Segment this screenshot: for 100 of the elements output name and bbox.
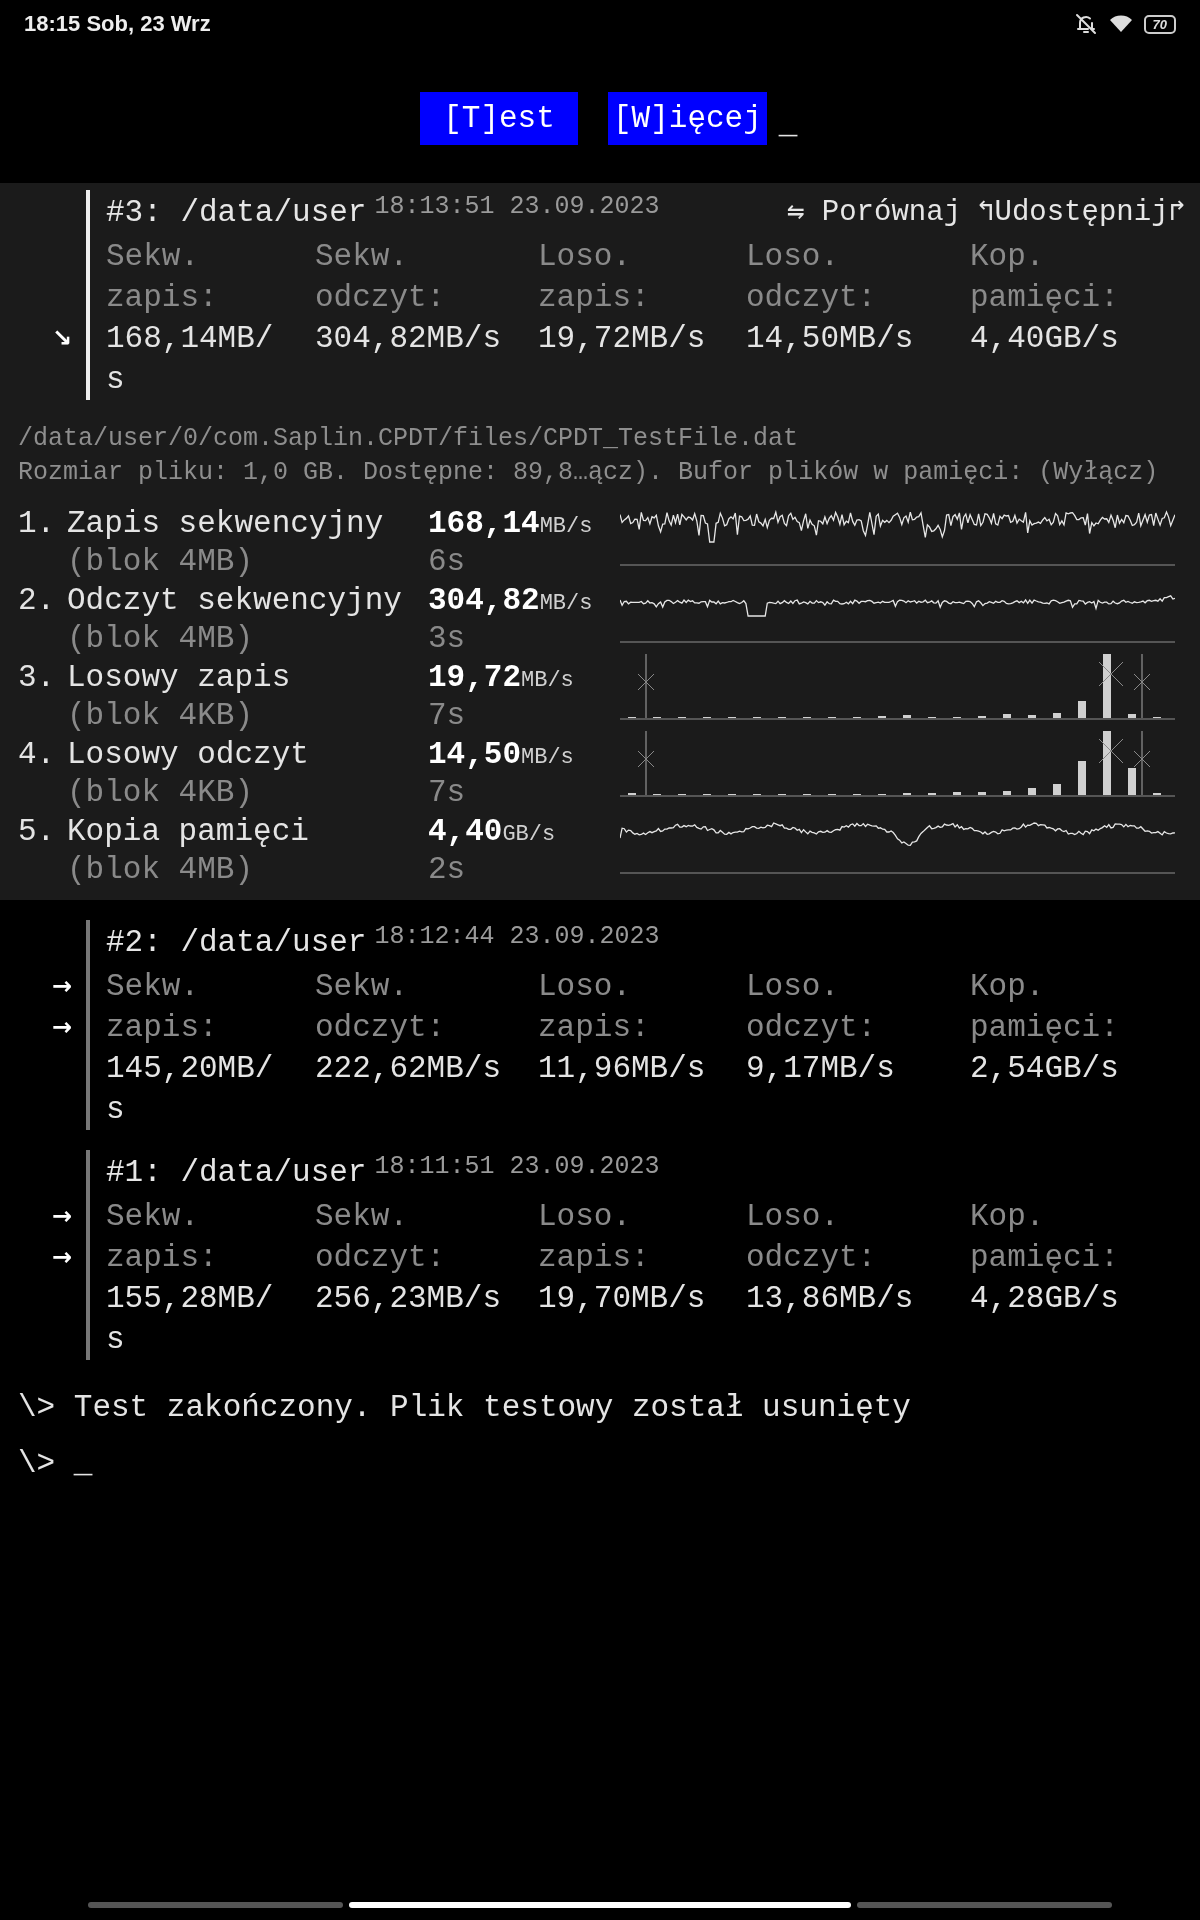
console-line: \> Test zakończony. Plik testowy został usunięty (18, 1389, 912, 1427)
file-info: Rozmiar pliku: 1,0 GB. Dostępne: 89,8…ącz). Bufor plików w pamięci: (Wyłącz) (17, 457, 1160, 489)
test-duration: 2s (428, 851, 467, 889)
metric-value: 4,40GB/s (970, 320, 1120, 358)
speed-unit: MB/s (539, 591, 593, 616)
speed-unit: MB/s (521, 745, 574, 770)
metric-value: 4,28GB/s (970, 1280, 1120, 1318)
test-duration: 7s (428, 774, 467, 812)
histogram-bar (1103, 731, 1111, 795)
metric-value: 13,86MB/s (746, 1280, 915, 1318)
text-cursor: _ (778, 106, 798, 144)
peak-marker (1098, 738, 1124, 764)
metric-label: Kop. pamięci: (970, 968, 1120, 1047)
test-number: 2. (18, 582, 57, 620)
histogram-bar (1078, 761, 1086, 795)
test-name: Odczyt sekwencyjny (67, 582, 403, 620)
result-title: #3: /data/user (106, 194, 367, 232)
timestamp: 18:13:51 23.09.2023 (374, 191, 660, 223)
histogram-bar (1078, 701, 1086, 718)
result-title: #1: /data/user (106, 1154, 367, 1192)
metric-label: Sekw. zapis: (106, 238, 219, 317)
metric-value: 14,50MB/s (746, 320, 915, 358)
metric-value: 168,14MB/s (106, 320, 275, 399)
metric-value: 222,62MB/s (315, 1050, 503, 1088)
histogram-bar (1053, 713, 1061, 718)
histogram-bar (1103, 654, 1111, 718)
metric-label: Kop. pamięci: (970, 238, 1120, 317)
arrow-icon: → (51, 1196, 72, 1237)
test-number: 5. (18, 813, 57, 851)
speed-value: 168,14 (428, 506, 540, 541)
histogram-bar (978, 792, 986, 795)
action-link[interactable]: ↰Udostępnij↱ (977, 190, 1186, 236)
metric-value: 145,20MB/s (106, 1050, 275, 1129)
range-marker (637, 731, 655, 796)
histogram-bar (1028, 715, 1036, 718)
test-name: Zapis sekwencyjny (67, 505, 385, 543)
speed-unit: MB/s (539, 514, 593, 539)
range-marker (1133, 654, 1151, 719)
test-name: Losowy zapis (67, 659, 292, 697)
timestamp: 18:11:51 23.09.2023 (374, 1151, 660, 1183)
histogram-bar (1128, 768, 1136, 795)
muted-bell-icon (1073, 12, 1098, 36)
test-number: 4. (18, 736, 57, 774)
block-size: (blok 4KB) (67, 697, 255, 735)
result-card[interactable]: #2: /data/user 18:12:44 23.09.2023 Sekw. zapis: 145,20MB/s Sekw. odczyt: 222,62MB/s Loso. zapis: 11,96MB/s Loso. odczyt: 9,17MB/s Kop. pamięci: 2,54GB/s (86, 920, 1200, 1130)
action-link[interactable]: ⇋ Porównaj (786, 190, 962, 236)
battery-icon: 70 (1143, 14, 1176, 34)
block-size: (blok 4MB) (67, 851, 255, 889)
menu-button[interactable]: [T]est (420, 92, 578, 145)
speed-value: 304,82 (428, 583, 540, 618)
metric-label: Loso. zapis: (538, 1198, 651, 1277)
metric-value: 304,82MB/s (315, 320, 503, 358)
file-path: /data/user/0/com.Saplin.CPDT/files/CPDT_TestFile.dat (17, 423, 800, 455)
result-card[interactable]: #1: /data/user 18:11:51 23.09.2023 Sekw. zapis: 155,28MB/s Sekw. odczyt: 256,23MB/s Loso. zapis: 19,70MB/s Loso. odczyt: 13,86MB/s Kop. pamięci: 4,28GB/s (86, 1150, 1200, 1360)
metric-value: 19,72MB/s (538, 320, 707, 358)
result-title: #2: /data/user (106, 924, 367, 962)
test-name: Kopia pamięci (67, 813, 310, 851)
metric-value: 11,96MB/s (538, 1050, 707, 1088)
metric-label: Loso. odczyt: (746, 238, 878, 317)
test-number: 1. (18, 505, 57, 543)
speed-value: 4,40 (428, 814, 503, 849)
metric-label: Sekw. odczyt: (315, 238, 447, 317)
metric-value: 155,28MB/s (106, 1280, 275, 1359)
metric-value: 19,70MB/s (538, 1280, 707, 1318)
metric-label: Sekw. zapis: (106, 968, 219, 1047)
home-indicator[interactable] (349, 1902, 851, 1908)
selected-result-card[interactable]: #3: /data/user 18:13:51 23.09.2023 ⇋ Porównaj ↰Udostępnij↱ Sekw. zapis: 168,14MB/s Sekw. odczyt: 304,82MB/s Loso. zapis: 19,72MB/s Loso. odczyt: 14,50MB/s Kop. pamięci: 4,40GB/s (86, 190, 1200, 400)
metric-label: Loso. odczyt: (746, 1198, 878, 1277)
metric-label: Loso. zapis: (538, 238, 651, 317)
test-name: Losowy odczyt (67, 736, 310, 774)
metric-label: Loso. odczyt: (746, 968, 878, 1047)
block-size: (blok 4KB) (67, 774, 255, 812)
metric-value: 2,54GB/s (970, 1050, 1120, 1088)
histogram-bar (1003, 791, 1011, 795)
arrow-icon: → (51, 1007, 72, 1048)
peak-marker (1098, 661, 1124, 687)
test-duration: 3s (428, 620, 467, 658)
range-marker (637, 654, 655, 719)
speed-value: 14,50 (428, 737, 521, 772)
timestamp: 18:12:44 23.09.2023 (374, 921, 660, 953)
histogram-bar (1028, 788, 1036, 795)
block-size: (blok 4MB) (67, 620, 255, 658)
histogram-bar (1003, 714, 1011, 718)
test-number: 3. (18, 659, 57, 697)
histogram-bar (903, 715, 911, 718)
speed-unit: GB/s (502, 822, 556, 847)
metric-label: Kop. pamięci: (970, 1198, 1120, 1277)
clock: 18:15 Sob, 23 Wrz (24, 11, 211, 37)
console-line: \> _ (18, 1445, 94, 1483)
speed-unit: MB/s (521, 668, 574, 693)
arrow-icon: → (51, 966, 72, 1007)
block-size: (blok 4MB) (67, 543, 255, 581)
metric-label: Sekw. odczyt: (315, 968, 447, 1047)
histogram-bar (953, 792, 961, 795)
arrow-icon: ↘ (51, 318, 72, 359)
menu-button[interactable]: [W]ięcej (608, 92, 767, 145)
test-duration: 7s (428, 697, 467, 735)
metric-label: Loso. zapis: (538, 968, 651, 1047)
metric-value: 9,17MB/s (746, 1050, 896, 1088)
arrow-icon: → (51, 1237, 72, 1278)
